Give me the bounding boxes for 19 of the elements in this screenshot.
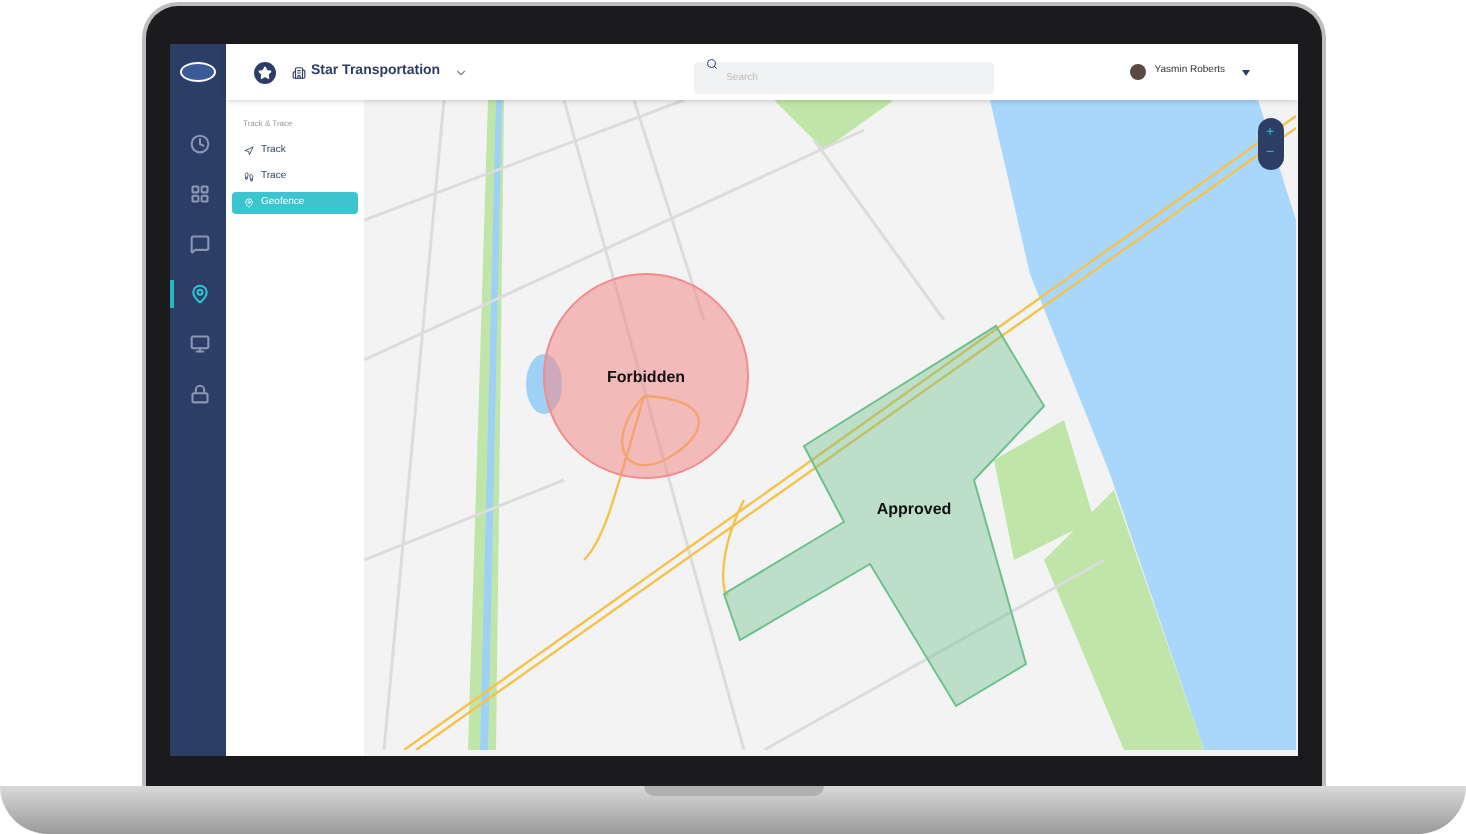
track-icon: [243, 146, 253, 156]
building-icon: [291, 65, 305, 79]
lock-icon: [189, 384, 209, 404]
zone-label: Approved: [875, 500, 951, 518]
trace-icon: [243, 172, 253, 182]
chat-icon: [189, 234, 209, 254]
pin-icon: [243, 198, 253, 208]
chevron-down-icon: [454, 65, 469, 79]
clock-icon: [189, 134, 209, 154]
pin-icon: [189, 284, 209, 304]
logo-icon: [179, 62, 215, 82]
screen-icon: [189, 334, 209, 354]
avatar-icon: [1130, 64, 1147, 80]
grid-icon: [189, 184, 209, 204]
search-icon: [706, 58, 719, 70]
dropdown-icon: [1241, 69, 1249, 75]
forbidden-zone[interactable]: [542, 273, 748, 479]
star-icon: [253, 61, 275, 83]
zone-label: Forbidden: [605, 368, 685, 386]
